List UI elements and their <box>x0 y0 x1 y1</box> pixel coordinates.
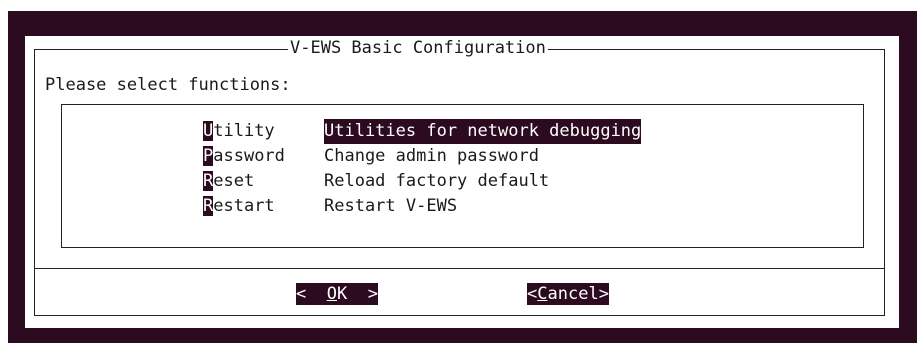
ok-right-bracket: > <box>347 284 378 304</box>
menu-item-description: Change admin password <box>324 146 539 166</box>
ok-hotkey: O <box>326 284 337 304</box>
hotkey-letter: P <box>203 146 214 166</box>
button-divider <box>34 268 885 269</box>
menu-item-description: Utilities for network debugging <box>324 119 642 144</box>
hotkey-letter: R <box>203 196 214 216</box>
menu-item-utility[interactable]: Utility Utilities for network debugging <box>203 119 642 144</box>
menu-item-description: Restart V-EWS <box>324 196 458 216</box>
menu-item-description: Reload factory default <box>324 171 550 191</box>
menu-item-tag: Reset <box>203 169 324 194</box>
menu-item-tag: Restart <box>203 194 324 219</box>
dialog-title: V-EWS Basic Configuration <box>288 38 548 58</box>
hotkey-letter: R <box>203 171 214 191</box>
cancel-label-rest: ancel <box>547 284 599 304</box>
dialog-prompt: Please select functions: <box>45 75 291 95</box>
config-dialog: V-EWS Basic Configuration Please select … <box>25 36 899 328</box>
cancel-left-bracket: < <box>527 284 538 304</box>
tag-rest: eset <box>213 171 255 191</box>
menu-item-tag: Password <box>203 144 324 169</box>
function-menu: Utility Utilities for network debugging … <box>203 119 642 219</box>
ok-left-bracket: < <box>296 284 327 304</box>
tag-rest: tility <box>213 121 275 141</box>
cancel-hotkey: C <box>537 284 548 304</box>
tag-rest: estart <box>213 196 275 216</box>
menu-item-reset[interactable]: Reset Reload factory default <box>203 169 641 194</box>
cancel-button[interactable]: <Cancel> <box>527 283 609 305</box>
ok-button[interactable]: < OK > <box>296 283 378 305</box>
menu-item-restart[interactable]: Restart Restart V-EWS <box>203 194 641 219</box>
menu-item-password[interactable]: Password Change admin password <box>203 144 641 169</box>
tag-rest: assword <box>213 146 285 166</box>
menu-item-tag: Utility <box>203 119 324 144</box>
ok-label-rest: K <box>336 284 348 304</box>
cancel-right-bracket: > <box>598 284 609 304</box>
hotkey-letter: U <box>203 121 214 141</box>
